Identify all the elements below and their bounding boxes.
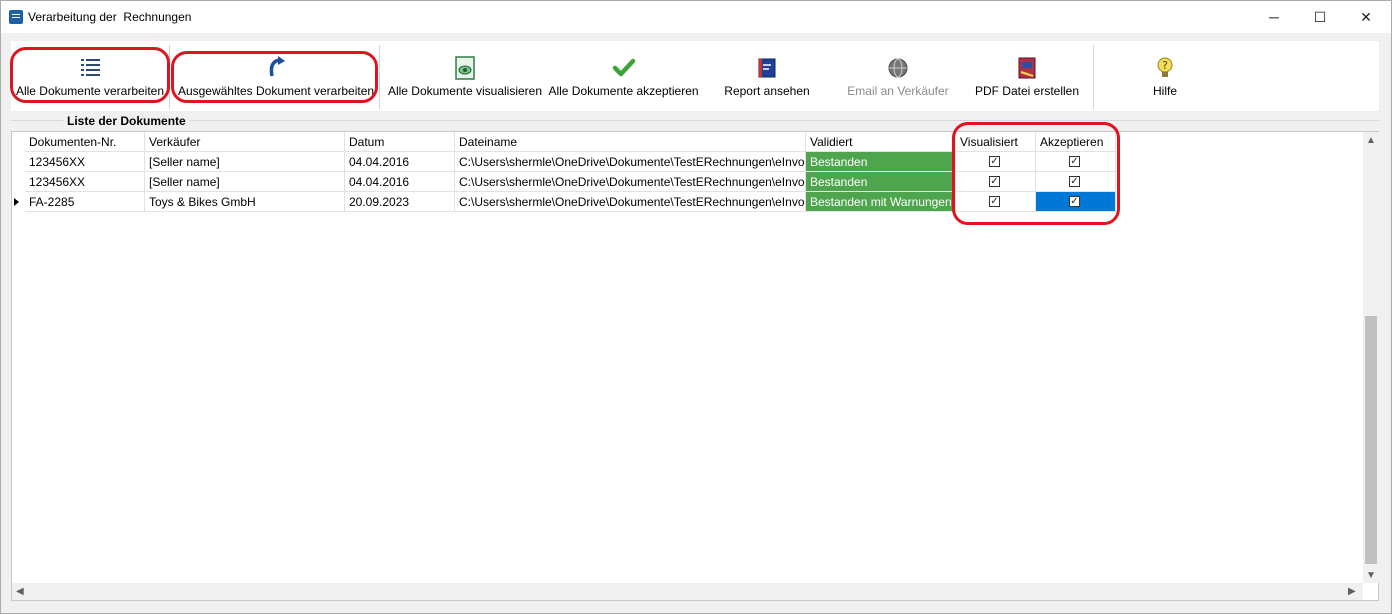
- cell-filename[interactable]: C:\Users\shermle\OneDrive\Dokumente\Test…: [455, 192, 806, 212]
- close-button[interactable]: ✕: [1343, 1, 1389, 33]
- column-header-seller[interactable]: Verkäufer: [145, 132, 345, 152]
- email-seller-label: Email an Verkäufer: [847, 84, 949, 98]
- cell-filename[interactable]: C:\Users\shermle\OneDrive\Dokumente\Test…: [455, 172, 806, 192]
- cell-visualized: ✓: [956, 172, 1036, 192]
- scroll-down-arrow[interactable]: ▼: [1366, 570, 1376, 581]
- process-selected-button[interactable]: Ausgewähltes Dokument verarbeiten: [175, 41, 377, 111]
- svg-text:?: ?: [1162, 59, 1168, 72]
- horizontal-scrollbar[interactable]: ◀ ▶: [12, 583, 1363, 600]
- cell-seller[interactable]: [Seller name]: [145, 152, 345, 172]
- scroll-left-arrow[interactable]: ◀: [16, 586, 24, 597]
- document-list-heading: Liste der Dokumente: [63, 114, 190, 128]
- report-book-icon: [758, 58, 776, 78]
- scroll-up-arrow[interactable]: ▲: [1366, 135, 1376, 146]
- cell-validated[interactable]: Bestanden: [806, 172, 956, 192]
- app-icon: [9, 10, 23, 24]
- accept-checkbox[interactable]: ✓: [1069, 176, 1080, 187]
- toolbar-separator: [379, 45, 380, 109]
- cell-date[interactable]: 04.04.2016: [345, 172, 455, 192]
- create-pdf-button[interactable]: PDF Datei erstellen: [971, 41, 1083, 111]
- question-bulb-icon: ?: [1157, 57, 1173, 77]
- accept-all-button[interactable]: Alle Dokumente akzeptieren: [546, 41, 701, 111]
- app-window: Verarbeitung der Rechnungen ─ ☐ ✕ Alle D…: [0, 0, 1392, 614]
- pdf-icon: [1018, 57, 1036, 79]
- email-seller-button[interactable]: Email an Verkäufer: [839, 41, 957, 111]
- process-all-button[interactable]: Alle Dokumente verarbeiten: [13, 41, 167, 111]
- toolbar-separator: [169, 45, 170, 109]
- visualize-all-button[interactable]: Alle Dokumente visualisieren: [386, 41, 544, 111]
- minimize-button[interactable]: ─: [1251, 1, 1297, 33]
- visualize-all-label: Alle Dokumente visualisieren: [387, 84, 543, 98]
- toolbar: Alle Dokumente verarbeiten Ausgewähltes …: [11, 41, 1379, 111]
- visualized-checkbox[interactable]: ✓: [989, 156, 1000, 167]
- cell-seller[interactable]: [Seller name]: [145, 172, 345, 192]
- cell-accept: ✓: [1036, 172, 1116, 192]
- column-header-date[interactable]: Datum: [345, 132, 455, 152]
- current-row-indicator: [14, 198, 19, 206]
- process-all-label: Alle Dokumente verarbeiten: [15, 84, 165, 98]
- help-label: Hilfe: [1152, 84, 1177, 98]
- create-pdf-label: PDF Datei erstellen: [974, 84, 1080, 98]
- visualized-checkbox[interactable]: ✓: [989, 196, 1000, 207]
- cell-date[interactable]: 20.09.2023: [345, 192, 455, 212]
- visualized-checkbox[interactable]: ✓: [989, 176, 1000, 187]
- cell-visualized: ✓: [956, 152, 1036, 172]
- list-icon: [81, 59, 100, 76]
- documents-grid: Dokumenten-Nr. Verkäufer Datum Dateiname…: [11, 131, 1379, 601]
- cell-validated[interactable]: Bestanden: [806, 152, 956, 172]
- cell-validated[interactable]: Bestanden mit Warnungen: [806, 192, 956, 212]
- toolbar-separator: [1093, 45, 1094, 109]
- maximize-button[interactable]: ☐: [1297, 1, 1343, 33]
- cell-accept: ✓: [1036, 152, 1116, 172]
- checkmark-icon: [612, 58, 635, 77]
- column-header-visualized[interactable]: Visualisiert: [956, 132, 1036, 152]
- cell-accept-selected: ✓: [1036, 192, 1116, 212]
- cell-nr[interactable]: FA-2285: [25, 192, 145, 212]
- cell-date[interactable]: 04.04.2016: [345, 152, 455, 172]
- report-label: Report ansehen: [724, 84, 810, 98]
- process-selected-label: Ausgewähltes Dokument verarbeiten: [177, 84, 375, 98]
- column-header-nr[interactable]: Dokumenten-Nr.: [25, 132, 145, 152]
- cell-nr[interactable]: 123456XX: [25, 172, 145, 192]
- column-header-filename[interactable]: Dateiname: [455, 132, 806, 152]
- accept-checkbox[interactable]: ✓: [1069, 156, 1080, 167]
- column-header-accept[interactable]: Akzeptieren: [1036, 132, 1116, 152]
- report-button[interactable]: Report ansehen: [716, 41, 818, 111]
- vertical-scrollbar[interactable]: ▲ ▼: [1363, 132, 1379, 583]
- column-header-validated[interactable]: Validiert: [806, 132, 956, 152]
- curved-arrow-icon: [269, 56, 285, 77]
- cell-seller[interactable]: Toys & Bikes GmbH: [145, 192, 345, 212]
- scroll-right-arrow[interactable]: ▶: [1348, 586, 1356, 597]
- eye-document-icon: [455, 56, 475, 80]
- help-button[interactable]: ? Hilfe: [1131, 41, 1199, 111]
- accept-all-label: Alle Dokumente akzeptieren: [548, 84, 699, 98]
- globe-icon: [888, 58, 908, 78]
- group-divider: [11, 120, 1379, 121]
- title-bar: Verarbeitung der Rechnungen ─ ☐ ✕: [1, 1, 1391, 33]
- cell-visualized: ✓: [956, 192, 1036, 212]
- vertical-scroll-thumb[interactable]: [1365, 316, 1377, 564]
- cell-nr[interactable]: 123456XX: [25, 152, 145, 172]
- window-title: Verarbeitung der Rechnungen: [28, 10, 192, 24]
- accept-checkbox[interactable]: ✓: [1069, 196, 1080, 207]
- cell-filename[interactable]: C:\Users\shermle\OneDrive\Dokumente\Test…: [455, 152, 806, 172]
